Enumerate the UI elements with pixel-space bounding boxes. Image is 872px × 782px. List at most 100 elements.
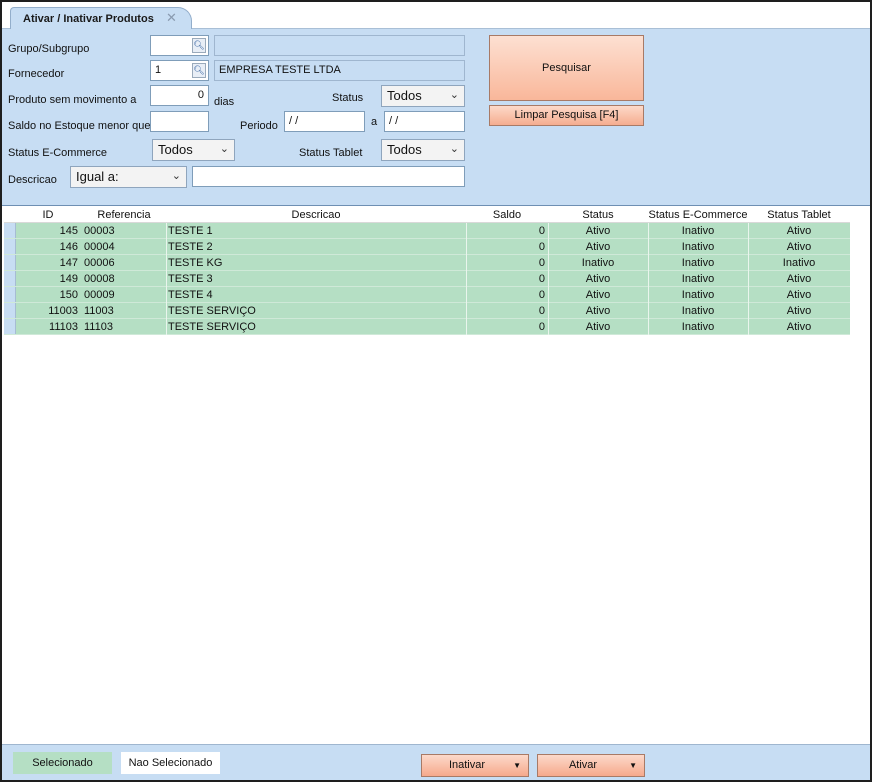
column-separator	[466, 239, 467, 255]
fornecedor-input[interactable]: 1 🔍︎	[150, 60, 209, 81]
column-separator	[748, 223, 749, 239]
cell-status: Ativo	[585, 289, 611, 301]
cell-status: Inativo	[581, 257, 615, 269]
limpar-pesquisa-button[interactable]: Limpar Pesquisa [F4]	[489, 105, 644, 126]
descricao-mode-select[interactable]: Igual a: ⌄	[70, 166, 187, 188]
column-separator	[648, 271, 649, 287]
status-bar: Selecionado Nao Selecionado Inativar ▼ A…	[2, 744, 870, 780]
column-separator	[548, 287, 549, 303]
cell-saldo: 0	[538, 321, 545, 333]
column-header-descricao[interactable]: Descricao	[166, 209, 466, 221]
cell-saldo: 0	[538, 273, 545, 285]
fornecedor-value: 1	[155, 64, 162, 76]
periodo-to-input[interactable]: / /	[384, 111, 465, 132]
grupo-input[interactable]: 🔍︎	[150, 35, 209, 56]
legend-not-selected: Nao Selecionado	[121, 752, 220, 774]
table-row[interactable]: 150 00009 TESTE 4 0 Ativo Inativo Ativo	[4, 287, 850, 303]
cell-id: 146	[59, 241, 78, 253]
table-row[interactable]: 146 00004 TESTE 2 0 Ativo Inativo Ativo	[4, 239, 850, 255]
magnifier-icon[interactable]: 🔍︎	[192, 63, 206, 78]
table-row[interactable]: 11003 11003 TESTE SERVIÇO 0 Ativo Inativo Ativ…	[4, 303, 850, 319]
inativar-button[interactable]: Inativar ▼	[421, 754, 529, 777]
status-label: Status	[332, 92, 364, 104]
main-window: Ativar / Inativar Produtos ✕ Grupo/Subgr…	[0, 0, 872, 782]
cell-descricao: TESTE 1	[168, 225, 213, 237]
saldo-input[interactable]	[150, 111, 209, 132]
products-grid: ID Referencia Descricao Saldo Status Sta…	[4, 207, 850, 335]
row-indicator[interactable]	[4, 303, 16, 318]
cell-saldo: 0	[538, 289, 545, 301]
column-separator	[548, 319, 549, 335]
tablet-select-value: Todos	[387, 142, 422, 157]
cell-status-tablet: Ativo	[786, 225, 812, 237]
descricao-mode-value: Igual a:	[76, 169, 119, 184]
column-separator	[748, 255, 749, 271]
status-select[interactable]: Todos ⌄	[381, 85, 465, 107]
row-indicator[interactable]	[4, 255, 16, 270]
table-row[interactable]: 149 00008 TESTE 3 0 Ativo Inativo Ativo	[4, 271, 850, 287]
column-separator	[648, 287, 649, 303]
pesquisar-button[interactable]: Pesquisar	[489, 35, 644, 101]
row-indicator[interactable]	[4, 319, 16, 334]
row-indicator[interactable]	[4, 271, 16, 286]
column-separator	[166, 271, 167, 287]
column-header-status-tablet[interactable]: Status Tablet	[748, 209, 850, 221]
cell-status-tablet: Ativo	[786, 273, 812, 285]
dropdown-arrow-icon[interactable]: ▼	[629, 755, 637, 776]
cell-referencia: 00008	[84, 273, 115, 285]
column-separator	[748, 319, 749, 335]
row-indicator[interactable]	[4, 287, 16, 302]
column-separator	[166, 255, 167, 271]
cell-saldo: 0	[538, 257, 545, 269]
cell-status: Ativo	[585, 225, 611, 237]
cell-descricao: TESTE SERVIÇO	[168, 305, 256, 317]
ativar-button[interactable]: Ativar ▼	[537, 754, 645, 777]
magnifier-icon[interactable]: 🔍︎	[192, 38, 206, 53]
chevron-down-icon: ⌄	[219, 143, 229, 155]
column-header-referencia[interactable]: Referencia	[82, 209, 166, 221]
periodo-from-input[interactable]: / /	[284, 111, 365, 132]
table-row[interactable]: 145 00003 TESTE 1 0 Ativo Inativo Ativo	[4, 223, 850, 239]
cell-status-tablet: Ativo	[786, 321, 812, 333]
cell-id: 150	[59, 289, 78, 301]
dropdown-arrow-icon[interactable]: ▼	[513, 755, 521, 776]
cell-saldo: 0	[538, 305, 545, 317]
cell-descricao: TESTE 2	[168, 241, 213, 253]
column-header-status-ecommerce[interactable]: Status E-Commerce	[648, 209, 748, 221]
tab-ativar-inativar[interactable]: Ativar / Inativar Produtos ✕	[10, 7, 192, 30]
column-separator	[466, 303, 467, 319]
cell-status-ecommerce: Inativo	[681, 321, 715, 333]
tab-title: Ativar / Inativar Produtos	[23, 13, 154, 25]
close-icon[interactable]: ✕	[166, 10, 177, 26]
saldo-label: Saldo no Estoque menor que	[8, 120, 151, 132]
column-header-id[interactable]: ID	[4, 209, 92, 221]
descricao-label: Descricao	[8, 174, 57, 186]
descricao-input[interactable]	[192, 166, 465, 187]
tablet-select[interactable]: Todos ⌄	[381, 139, 465, 161]
row-indicator[interactable]	[4, 239, 16, 254]
cell-id: 149	[59, 273, 78, 285]
sem-movimento-input[interactable]: 0	[150, 85, 209, 106]
column-separator	[648, 255, 649, 271]
cell-status: Ativo	[585, 305, 611, 317]
cell-saldo: 0	[538, 241, 545, 253]
cell-referencia: 00003	[84, 225, 115, 237]
cell-id: 11103	[49, 321, 78, 333]
column-header-status[interactable]: Status	[548, 209, 648, 221]
table-row[interactable]: 147 00006 TESTE KG 0 Inativo Inativo Inativo	[4, 255, 850, 271]
column-header-saldo[interactable]: Saldo	[466, 209, 548, 221]
cell-status-ecommerce: Inativo	[681, 289, 715, 301]
table-row[interactable]: 11103 11103 TESTE SERVIÇO 0 Ativo Inativo Ativ…	[4, 319, 850, 335]
cell-status-ecommerce: Inativo	[681, 225, 715, 237]
column-separator	[166, 303, 167, 319]
cell-referencia: 00004	[84, 241, 115, 253]
column-separator	[748, 271, 749, 287]
cell-id: 11003	[48, 305, 78, 317]
tab-strip: Ativar / Inativar Produtos ✕	[2, 2, 870, 30]
ecommerce-label: Status E-Commerce	[8, 147, 108, 159]
row-indicator[interactable]	[4, 223, 16, 238]
inativar-label: Inativar	[448, 759, 486, 771]
ecommerce-select[interactable]: Todos ⌄	[152, 139, 235, 161]
cell-status-ecommerce: Inativo	[681, 241, 715, 253]
cell-descricao: TESTE 3	[168, 273, 213, 285]
